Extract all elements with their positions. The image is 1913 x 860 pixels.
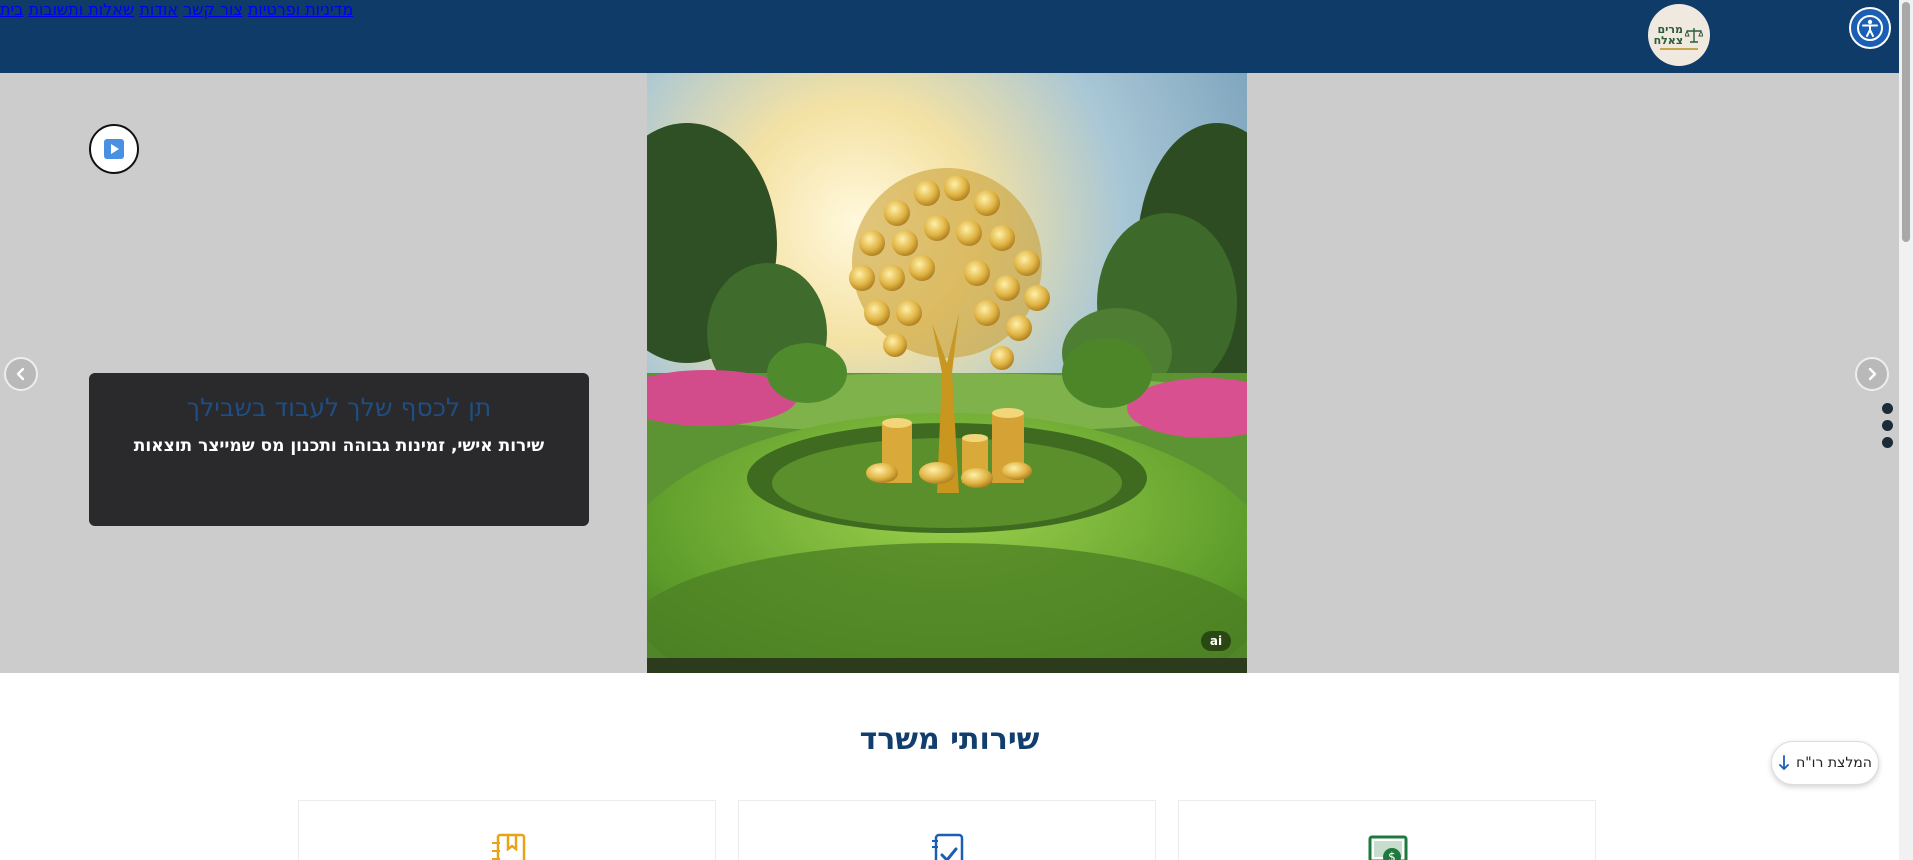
bookmark-book-icon xyxy=(492,833,526,860)
hero-caption: תן לכסף שלך לעבוד בשבילך שירות אישי, זמי… xyxy=(89,373,589,526)
page-scrollbar[interactable] xyxy=(1899,0,1913,860)
service-card-3[interactable] xyxy=(298,800,716,860)
site-logo[interactable]: מרים צאלח xyxy=(1648,4,1710,66)
slider-dot-2[interactable] xyxy=(1882,420,1893,431)
services-title: שירותי משרד xyxy=(859,722,1040,757)
top-navbar: מדיניות ופרטיות צור קשר אודות שאלות ותשו… xyxy=(0,0,1899,73)
slider-next-button[interactable] xyxy=(1855,357,1889,391)
money-tree-illustration xyxy=(647,73,1247,673)
chevron-right-icon xyxy=(1868,367,1877,381)
logo-underline xyxy=(1660,48,1698,50)
chevron-left-icon xyxy=(16,367,25,381)
hero-slider: ai תן לכסף שלך לעבוד בשבילך שירות אישי, … xyxy=(0,73,1899,673)
logo-text: מרים צאלח xyxy=(1653,23,1683,47)
nav-link-privacy-policy[interactable]: מדיניות ופרטיות xyxy=(248,0,353,19)
scrollbar-thumb[interactable] xyxy=(1902,2,1910,242)
slider-dot-3[interactable] xyxy=(1882,437,1893,448)
cash-icon: $ xyxy=(1368,835,1408,860)
recommendation-button[interactable]: המלצת רו"ח xyxy=(1771,741,1879,785)
nav-link-home[interactable]: בית xyxy=(0,0,23,19)
hero-title: תן לכסף שלך לעבוד בשבילך xyxy=(186,393,492,422)
nav-link-about[interactable]: אודות xyxy=(139,0,178,19)
ai-badge-label: ai xyxy=(1209,634,1223,648)
checklist-icon xyxy=(932,833,964,860)
play-pause-button[interactable] xyxy=(89,124,139,174)
service-card-2[interactable] xyxy=(738,800,1156,860)
ai-badge: ai xyxy=(1201,631,1231,651)
slider-pagination xyxy=(1882,403,1893,448)
accessibility-icon xyxy=(1857,15,1883,41)
slider-dot-1[interactable] xyxy=(1882,403,1893,414)
nav-link-contact[interactable]: צור קשר xyxy=(183,0,243,19)
arrow-down-icon xyxy=(1779,755,1789,771)
hero-image-money-tree: ai xyxy=(647,73,1247,673)
recommendation-label: המלצת רו"ח xyxy=(1796,755,1872,771)
play-icon xyxy=(104,139,124,159)
service-card-1[interactable]: $ xyxy=(1178,800,1596,860)
hero-subtitle: שירות אישי, זמינות גבוהה ותכנון מס שמייצ… xyxy=(133,436,545,456)
scales-icon xyxy=(1685,28,1703,43)
nav-link-faq[interactable]: שאלות ותשובות xyxy=(28,0,134,19)
accessibility-button[interactable] xyxy=(1849,7,1891,49)
slider-prev-button[interactable] xyxy=(4,357,38,391)
svg-text:$: $ xyxy=(1388,850,1396,860)
page: מדיניות ופרטיות צור קשר אודות שאלות ותשו… xyxy=(0,0,1913,860)
